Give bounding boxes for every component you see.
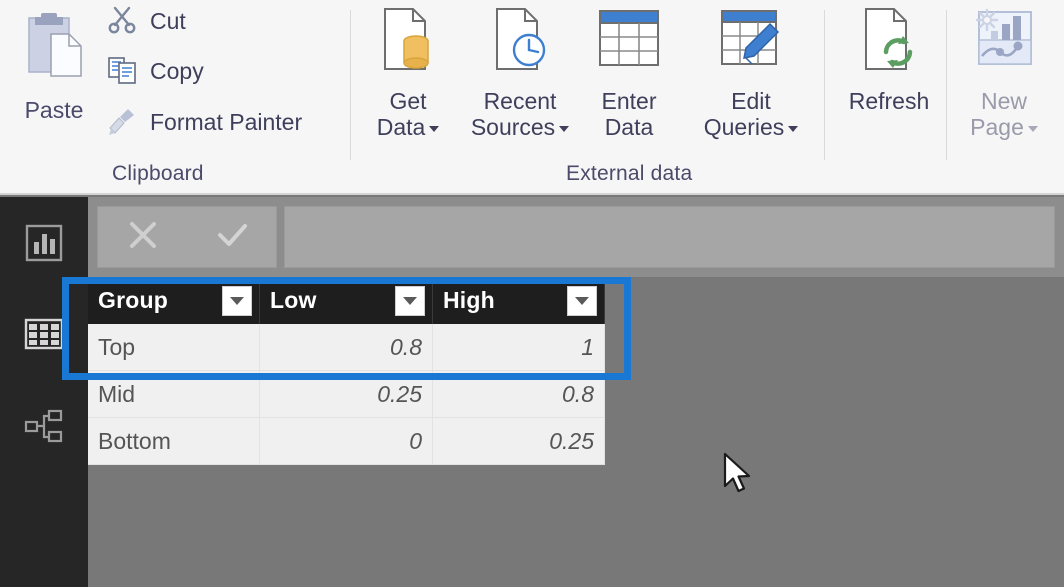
filter-dropdown-low[interactable] xyxy=(395,286,425,316)
data-table: Group Low High Top 0.8 1 Mid 0.2 xyxy=(88,277,605,465)
copy-button[interactable]: Copy xyxy=(104,52,204,90)
new-page-icon xyxy=(969,6,1039,83)
filter-dropdown-group[interactable] xyxy=(222,286,252,316)
cell-high[interactable]: 0.25 xyxy=(433,418,605,464)
column-header-high[interactable]: High xyxy=(433,277,605,324)
enter-data-icon xyxy=(596,6,662,83)
chevron-down-icon xyxy=(230,297,244,305)
paintbrush-icon xyxy=(106,104,138,141)
cell-high[interactable]: 0.8 xyxy=(433,371,605,417)
table-row[interactable]: Mid 0.25 0.8 xyxy=(88,371,605,418)
column-header-label: Group xyxy=(98,287,168,314)
format-painter-label: Format Painter xyxy=(150,109,302,136)
get-data-label: Get Data xyxy=(377,89,440,141)
external-data-group-label: External data xyxy=(566,162,692,186)
cell-group[interactable]: Bottom xyxy=(88,418,260,464)
bar-chart-icon xyxy=(23,222,65,269)
edit-queries-label: Edit Queries xyxy=(704,89,799,141)
recent-sources-button[interactable]: Recent Sources xyxy=(460,2,580,152)
column-header-group[interactable]: Group xyxy=(88,277,260,324)
column-header-low[interactable]: Low xyxy=(260,277,433,324)
formula-bar xyxy=(88,197,1064,277)
sidebar-item-data-view[interactable] xyxy=(18,310,70,362)
formula-input[interactable] xyxy=(284,206,1055,268)
chevron-down-icon xyxy=(788,126,798,132)
data-view-workspace: Group Low High Top 0.8 1 Mid 0.2 xyxy=(88,277,1064,587)
chevron-down-icon xyxy=(429,126,439,132)
enter-data-button[interactable]: Enter Data xyxy=(586,2,672,152)
cut-label: Cut xyxy=(150,8,186,35)
formula-bar-buttons xyxy=(97,206,277,268)
chevron-down-icon xyxy=(1028,126,1038,132)
new-page-label: New Page xyxy=(970,89,1038,141)
copy-label: Copy xyxy=(150,58,204,85)
format-painter-button[interactable]: Format Painter xyxy=(104,103,302,141)
cell-low[interactable]: 0.25 xyxy=(260,371,433,417)
cell-group[interactable]: Mid xyxy=(88,371,260,417)
ribbon-groups: Paste Cut xyxy=(0,0,1064,193)
chevron-down-icon xyxy=(575,297,589,305)
filter-dropdown-high[interactable] xyxy=(567,286,597,316)
table-row[interactable]: Bottom 0 0.25 xyxy=(88,418,605,465)
paste-label: Paste xyxy=(25,97,84,124)
accept-edit-button[interactable] xyxy=(187,207,276,267)
cell-high[interactable]: 1 xyxy=(433,324,605,370)
new-page-button[interactable]: New Page xyxy=(954,2,1054,152)
column-header-label: Low xyxy=(270,287,317,314)
get-data-icon xyxy=(375,6,441,83)
edit-queries-icon xyxy=(718,6,784,83)
recent-sources-icon xyxy=(487,6,553,83)
checkmark-icon xyxy=(212,215,252,260)
sidebar-item-report-view[interactable] xyxy=(18,219,70,271)
sidebar-item-model-view[interactable] xyxy=(18,402,70,454)
copy-icon xyxy=(106,53,138,90)
relationships-icon xyxy=(23,405,65,452)
chevron-down-icon xyxy=(559,126,569,132)
power-bi-window: Paste Cut xyxy=(0,0,1064,587)
cell-group[interactable]: Top xyxy=(88,324,260,370)
cut-button[interactable]: Cut xyxy=(104,2,186,40)
chevron-down-icon xyxy=(403,297,417,305)
paste-button[interactable]: Paste xyxy=(8,2,100,132)
group-divider xyxy=(350,10,351,160)
table-grid-icon xyxy=(23,313,65,360)
column-header-label: High xyxy=(443,287,495,314)
cancel-edit-button[interactable] xyxy=(98,207,187,267)
cell-low[interactable]: 0 xyxy=(260,418,433,464)
close-x-icon xyxy=(123,215,163,260)
scissors-icon xyxy=(106,3,138,40)
enter-data-label: Enter Data xyxy=(602,89,657,141)
table-row[interactable]: Top 0.8 1 xyxy=(88,324,605,371)
refresh-icon xyxy=(856,6,922,83)
group-divider xyxy=(824,10,825,160)
table-header-row: Group Low High xyxy=(88,277,605,324)
mouse-cursor xyxy=(722,452,756,503)
refresh-label: Refresh xyxy=(849,89,930,115)
ribbon: Paste Cut xyxy=(0,0,1064,195)
clipboard-group-label: Clipboard xyxy=(112,162,204,186)
left-navigation xyxy=(0,197,88,587)
refresh-button[interactable]: Refresh xyxy=(834,2,944,152)
get-data-button[interactable]: Get Data xyxy=(362,2,454,152)
group-divider xyxy=(946,10,947,160)
clipboard-paste-icon xyxy=(21,8,87,91)
cell-low[interactable]: 0.8 xyxy=(260,324,433,370)
edit-queries-button[interactable]: Edit Queries xyxy=(690,2,812,152)
recent-sources-label: Recent Sources xyxy=(471,89,569,141)
